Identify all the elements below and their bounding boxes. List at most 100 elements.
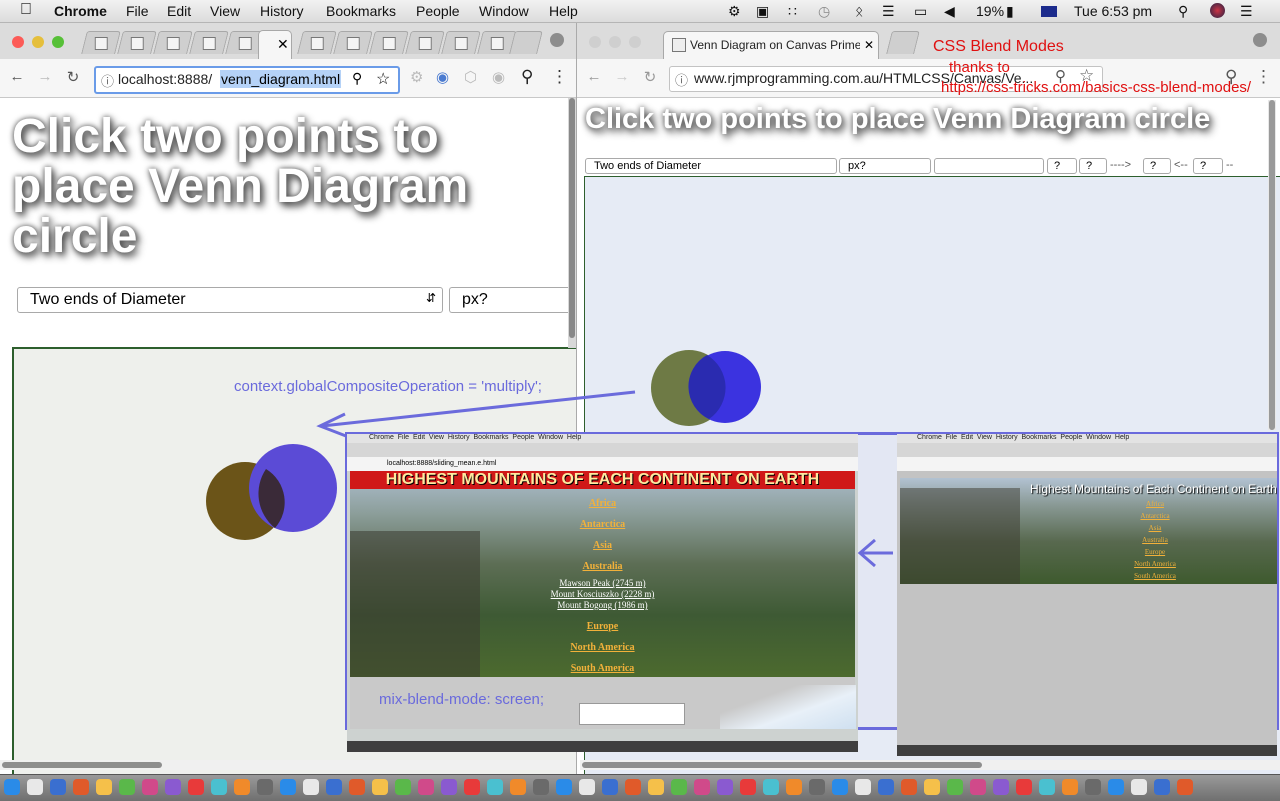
bookmark-star-icon[interactable]: ☆ <box>376 69 390 89</box>
right-horizontal-scrollbar[interactable] <box>580 760 1280 770</box>
extension-icon[interactable]: ⚙ <box>410 68 423 86</box>
scrollbar-thumb[interactable] <box>569 98 575 338</box>
dock-app-icon[interactable] <box>96 779 112 795</box>
thumb-peak-1[interactable]: Mawson Peak (2745 m) <box>350 578 855 589</box>
dock-app-icon[interactable] <box>165 779 181 795</box>
dock-app-icon[interactable] <box>809 779 825 795</box>
time-machine-icon[interactable]: ◷ <box>818 3 830 20</box>
search-icon[interactable]: ⚲ <box>521 67 533 87</box>
menu-history[interactable]: History <box>260 3 304 19</box>
dock-app-icon[interactable] <box>878 779 894 795</box>
dock-app-icon[interactable] <box>671 779 687 795</box>
active-tab[interactable]: ✕ <box>258 30 292 60</box>
dock-app-icon[interactable] <box>4 779 20 795</box>
dock-app-icon[interactable] <box>1108 779 1124 795</box>
thumb-link-africa[interactable]: Africa <box>1100 498 1210 510</box>
left-horizontal-scrollbar[interactable] <box>0 760 576 770</box>
dock-app-icon[interactable] <box>303 779 319 795</box>
coord-select-4[interactable]: ? <box>1193 158 1223 174</box>
menu-edit[interactable]: Edit <box>167 3 191 19</box>
menu-file[interactable]: File <box>126 3 149 19</box>
extension-icon-4[interactable]: ◉ <box>492 68 505 86</box>
battery-icon[interactable]: ▮ <box>1006 3 1014 20</box>
dock-app-icon[interactable] <box>326 779 342 795</box>
callout-link[interactable]: https://css-tricks.com/basics-css-blend-… <box>941 79 1251 96</box>
menu-bookmarks[interactable]: Bookmarks <box>326 3 396 19</box>
coord-select-3[interactable]: ? <box>1143 158 1171 174</box>
dock-app-icon[interactable] <box>970 779 986 795</box>
minimize-window-button[interactable] <box>609 36 621 48</box>
extension-icon-3[interactable]: ⬡ <box>464 68 477 86</box>
dock-app-icon[interactable] <box>280 779 296 795</box>
dock-app-icon[interactable] <box>1016 779 1032 795</box>
thumb-link-asia[interactable]: Asia <box>350 535 855 556</box>
pinned-tab[interactable] <box>333 31 373 54</box>
new-tab-button[interactable] <box>509 31 543 54</box>
dock-app-icon[interactable] <box>510 779 526 795</box>
info-icon[interactable]: ⓘ <box>101 71 114 90</box>
scrollbar-thumb[interactable] <box>1269 100 1275 430</box>
close-window-button[interactable] <box>589 36 601 48</box>
thumb-link-north-america[interactable]: North America <box>1100 558 1210 570</box>
thumb-link-australia[interactable]: Australia <box>1100 534 1210 546</box>
dock-app-icon[interactable] <box>395 779 411 795</box>
status-app-icon[interactable]: ⚙ <box>728 3 741 20</box>
dock-app-icon[interactable] <box>142 779 158 795</box>
zoom-window-button[interactable] <box>52 36 64 48</box>
dock-app-icon[interactable] <box>257 779 273 795</box>
dock-app-icon[interactable] <box>832 779 848 795</box>
dock-app-icon[interactable] <box>1154 779 1170 795</box>
back-arrow-icon[interactable]: ← <box>8 68 26 85</box>
value-input[interactable] <box>934 158 1044 174</box>
zoom-icon[interactable]: ⚲ <box>352 70 362 87</box>
extension-icon-2[interactable]: ◉ <box>436 68 449 86</box>
thumb-link-north-america[interactable]: North America <box>350 637 855 658</box>
dock-app-icon[interactable] <box>211 779 227 795</box>
thumb-link-australia[interactable]: Australia <box>350 556 855 577</box>
pinned-tab[interactable] <box>81 31 121 54</box>
dock-app-icon[interactable] <box>556 779 572 795</box>
pinned-tab[interactable] <box>153 31 193 54</box>
dock-app-icon[interactable] <box>993 779 1009 795</box>
thumb-link-antarctica[interactable]: Antarctica <box>350 514 855 535</box>
dock-app-icon[interactable] <box>50 779 66 795</box>
dock-app-icon[interactable] <box>1131 779 1147 795</box>
menu-people[interactable]: People <box>416 3 460 19</box>
dock-app-icon[interactable] <box>947 779 963 795</box>
volume-icon[interactable]: ◀ <box>944 3 955 20</box>
dock-app-icon[interactable] <box>349 779 365 795</box>
profile-avatar-icon[interactable] <box>550 33 564 47</box>
dock-app-icon[interactable] <box>855 779 871 795</box>
profile-avatar-icon[interactable] <box>1253 33 1267 47</box>
forward-arrow-icon[interactable]: → <box>613 68 631 85</box>
bluetooth-icon[interactable]: ᛟ <box>855 3 863 19</box>
dock-app-icon[interactable] <box>1039 779 1055 795</box>
thumb-peak-3[interactable]: Mount Bogong (1986 m) <box>350 600 855 611</box>
dock-app-icon[interactable] <box>188 779 204 795</box>
battery-percent[interactable]: 19% <box>976 3 1004 19</box>
coord-select-2[interactable]: ? <box>1079 158 1107 174</box>
thumb-link-africa[interactable]: Africa <box>350 493 855 514</box>
active-tab[interactable]: Venn Diagram on Canvas Prime ✕ <box>663 31 879 60</box>
tab-close-icon[interactable]: ✕ <box>864 38 874 52</box>
pinned-tab[interactable] <box>189 31 229 54</box>
dock-app-icon[interactable] <box>1085 779 1101 795</box>
unit-select[interactable]: px? <box>449 287 576 313</box>
menu-view[interactable]: View <box>210 3 240 19</box>
spotlight-search-icon[interactable]: ⚲ <box>1178 3 1188 20</box>
menu-clock[interactable]: Tue 6:53 pm <box>1074 3 1152 19</box>
pinned-tab[interactable] <box>369 31 409 54</box>
dock-app-icon[interactable] <box>901 779 917 795</box>
thumb-link-europe[interactable]: Europe <box>1100 546 1210 558</box>
menu-dots-icon[interactable]: ⋮ <box>1255 67 1272 87</box>
menu-dots-icon[interactable]: ⋮ <box>551 67 568 87</box>
left-vertical-scrollbar[interactable] <box>568 98 576 348</box>
siri-icon[interactable] <box>1210 3 1225 18</box>
notification-center-icon[interactable]: ☰ <box>1240 3 1253 20</box>
reload-icon[interactable]: ↻ <box>64 68 82 86</box>
coord-select-1[interactable]: ? <box>1047 158 1077 174</box>
dock-app-icon[interactable] <box>924 779 940 795</box>
flag-icon[interactable] <box>1041 6 1057 17</box>
dock-app-icon[interactable] <box>1177 779 1193 795</box>
forward-arrow-icon[interactable]: → <box>36 68 54 85</box>
